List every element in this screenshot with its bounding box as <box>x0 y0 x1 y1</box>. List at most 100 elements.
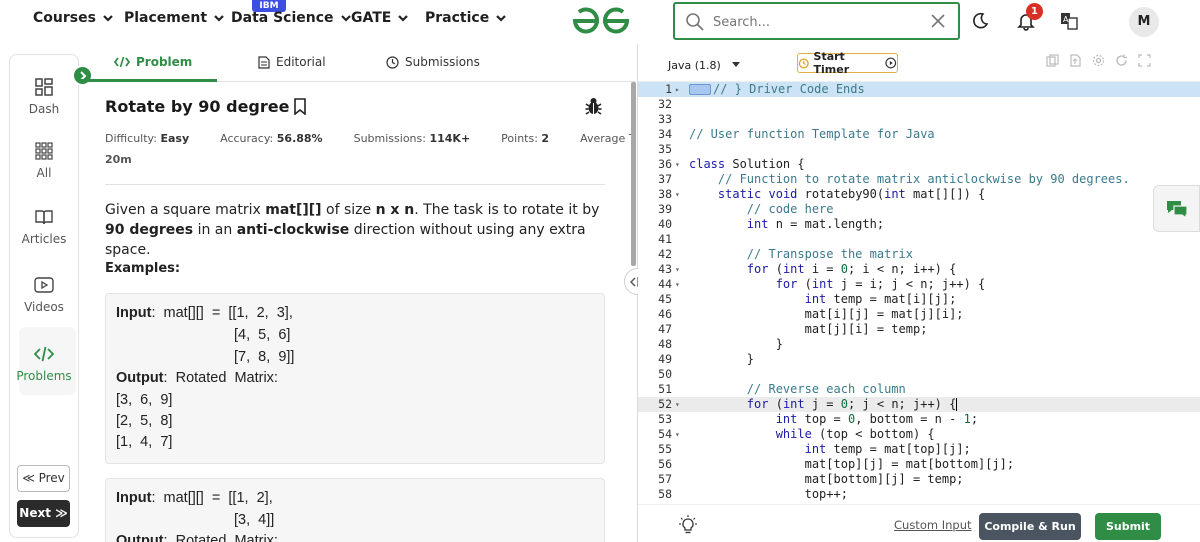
code-line[interactable]: 47 mat[j][i] = temp; <box>638 322 1200 337</box>
code-editor[interactable]: 1 ▸ // } Driver Code Ends 32 33 34 // User fun… <box>638 82 1200 504</box>
settings-icon[interactable] <box>1092 54 1105 67</box>
nav-gate-label: GATE <box>351 10 392 26</box>
line-number: 58 <box>658 487 672 501</box>
nav-placement[interactable]: Placement <box>124 10 225 26</box>
code-line[interactable]: 48 } <box>638 337 1200 352</box>
code-line[interactable]: 33 <box>638 112 1200 127</box>
code-text: int temp = mat[top][j]; <box>804 442 971 456</box>
bookmark-icon[interactable] <box>293 98 307 115</box>
submit-button[interactable]: Submit <box>1095 513 1161 540</box>
fold-toggle-icon[interactable]: ▾ <box>675 262 680 277</box>
problem-scrollbar[interactable] <box>631 82 636 266</box>
code-text: // code here <box>746 202 834 216</box>
example-box: Input: mat[][] = [[1, 2, 3], [4, 5, 6] [… <box>105 293 605 464</box>
line-number: 35 <box>658 142 672 156</box>
rail-item-dash[interactable]: Dash <box>10 77 78 116</box>
copy-icon[interactable] <box>1046 54 1059 67</box>
nav-gate[interactable]: GATE <box>351 10 409 26</box>
code-line[interactable]: 52 ▾ for (int j = 0; j < n; j++) { <box>638 397 1200 412</box>
chevron-down-icon <box>398 15 409 22</box>
example-output-line: [3, 6, 9] <box>116 392 173 408</box>
close-icon[interactable] <box>930 13 946 29</box>
code-icon <box>34 346 54 362</box>
fold-toggle-icon[interactable]: ▾ <box>675 277 680 292</box>
video-icon <box>34 277 54 293</box>
input-label: Input <box>116 490 152 506</box>
code-line[interactable]: 54 ▾ while (top < bottom) { <box>638 427 1200 442</box>
search-input[interactable] <box>713 12 913 32</box>
upload-icon[interactable] <box>1069 54 1082 67</box>
tab-submissions[interactable]: Submissions <box>386 55 480 69</box>
code-line[interactable]: 35 <box>638 142 1200 157</box>
fold-toggle-icon[interactable]: ▾ <box>675 157 680 172</box>
nav-courses[interactable]: Courses <box>33 10 114 26</box>
code-line[interactable]: 42 // Transpose the matrix <box>638 247 1200 262</box>
compile-run-button[interactable]: Compile & Run <box>979 513 1081 540</box>
fold-toggle-icon[interactable]: ▾ <box>675 397 680 412</box>
reset-icon[interactable] <box>1115 54 1128 67</box>
language-select[interactable]: Java (1.8) <box>660 54 748 76</box>
book-icon <box>35 210 53 225</box>
clock-icon <box>386 55 399 69</box>
code-line[interactable]: 36 ▾ class Solution { <box>638 157 1200 172</box>
code-line[interactable]: 44 ▾ for (int j = i; j < n; j++) { <box>638 277 1200 292</box>
gfg-logo[interactable] <box>571 6 631 36</box>
code-line[interactable]: 57 mat[bottom][j] = temp; <box>638 472 1200 487</box>
code-line[interactable]: 43 ▾ for (int i = 0; i < n; i++) { <box>638 262 1200 277</box>
fold-toggle-icon[interactable]: ▾ <box>675 427 680 442</box>
code-line[interactable]: 39 // code here <box>638 202 1200 217</box>
search-box[interactable] <box>673 2 960 40</box>
rail-item-problems[interactable]: Problems <box>10 344 78 383</box>
code-line[interactable]: 40 int n = mat.length; <box>638 217 1200 232</box>
rail-item-all[interactable]: All <box>10 141 78 180</box>
code-line[interactable]: 50 <box>638 367 1200 382</box>
rail-item-videos[interactable]: Videos <box>10 275 78 314</box>
line-number: 40 <box>658 217 672 231</box>
custom-input-link[interactable]: Custom Input <box>894 518 972 532</box>
code-line[interactable]: 34 // User function Template for Java <box>638 127 1200 142</box>
code-text: } <box>689 337 783 351</box>
play-icon <box>885 57 897 69</box>
code-line[interactable]: 32 <box>638 97 1200 112</box>
nav-data-science[interactable]: Data Science <box>231 10 352 26</box>
fullscreen-icon[interactable] <box>1138 54 1151 67</box>
code-line[interactable]: 56 mat[top][j] = mat[bottom][j]; <box>638 457 1200 472</box>
input-text: : mat[][] = [[1, 2], <box>151 490 273 506</box>
problem-description: Given a square matrix mat[][] of size n … <box>105 200 615 260</box>
code-line[interactable]: 37 // Function to rotate matrix anticloc… <box>638 172 1200 187</box>
translate-button[interactable]: A <box>1054 6 1084 36</box>
desc-text: in an <box>193 222 237 238</box>
dark-mode-toggle[interactable] <box>965 6 995 36</box>
rail-item-articles[interactable]: Articles <box>10 207 78 246</box>
code-line[interactable]: 41 <box>638 232 1200 247</box>
nav-courses-label: Courses <box>33 10 96 26</box>
avatar[interactable]: M <box>1129 7 1159 37</box>
code-text: for (int j = 0; j < n; j++) { <box>746 397 958 411</box>
start-timer-button[interactable]: Start Timer <box>797 50 898 76</box>
moon-icon <box>973 12 989 29</box>
tab-editorial[interactable]: Editorial <box>258 55 326 69</box>
code-line[interactable]: 51 // Reverse each column <box>638 382 1200 397</box>
tab-problem[interactable]: Problem <box>114 55 192 69</box>
prev-button[interactable]: ≪ Prev <box>17 465 70 492</box>
bug-report-icon[interactable] <box>585 97 602 115</box>
code-line[interactable]: 46 mat[i][j] = mat[j][i]; <box>638 307 1200 322</box>
lightbulb-icon[interactable] <box>679 515 697 535</box>
fold-toggle-icon[interactable]: ▾ <box>675 187 680 202</box>
code-line[interactable]: 49 } <box>638 352 1200 367</box>
code-line[interactable]: 45 int temp = mat[i][j]; <box>638 292 1200 307</box>
line-number: 50 <box>658 367 672 381</box>
nav-practice[interactable]: Practice <box>425 10 507 26</box>
chat-button[interactable] <box>1153 185 1200 232</box>
code-line[interactable]: 1 ▸ // } Driver Code Ends <box>638 82 1200 97</box>
line-number: 52 <box>658 397 672 411</box>
output-text: : Rotated Matrix: <box>163 370 278 386</box>
fold-toggle-icon[interactable]: ▸ <box>675 82 680 97</box>
points-label: Points: <box>501 132 538 145</box>
code-line[interactable]: 53 int top = 0, bottom = n - 1; <box>638 412 1200 427</box>
desc-text: Given a square matrix <box>105 202 266 218</box>
code-line[interactable]: 58 top++; <box>638 487 1200 502</box>
next-button[interactable]: Next ≫ <box>17 500 70 527</box>
code-line[interactable]: 55 int temp = mat[top][j]; <box>638 442 1200 457</box>
code-line[interactable]: 38 ▾ static void rotateby90(int mat[][]) … <box>638 187 1200 202</box>
